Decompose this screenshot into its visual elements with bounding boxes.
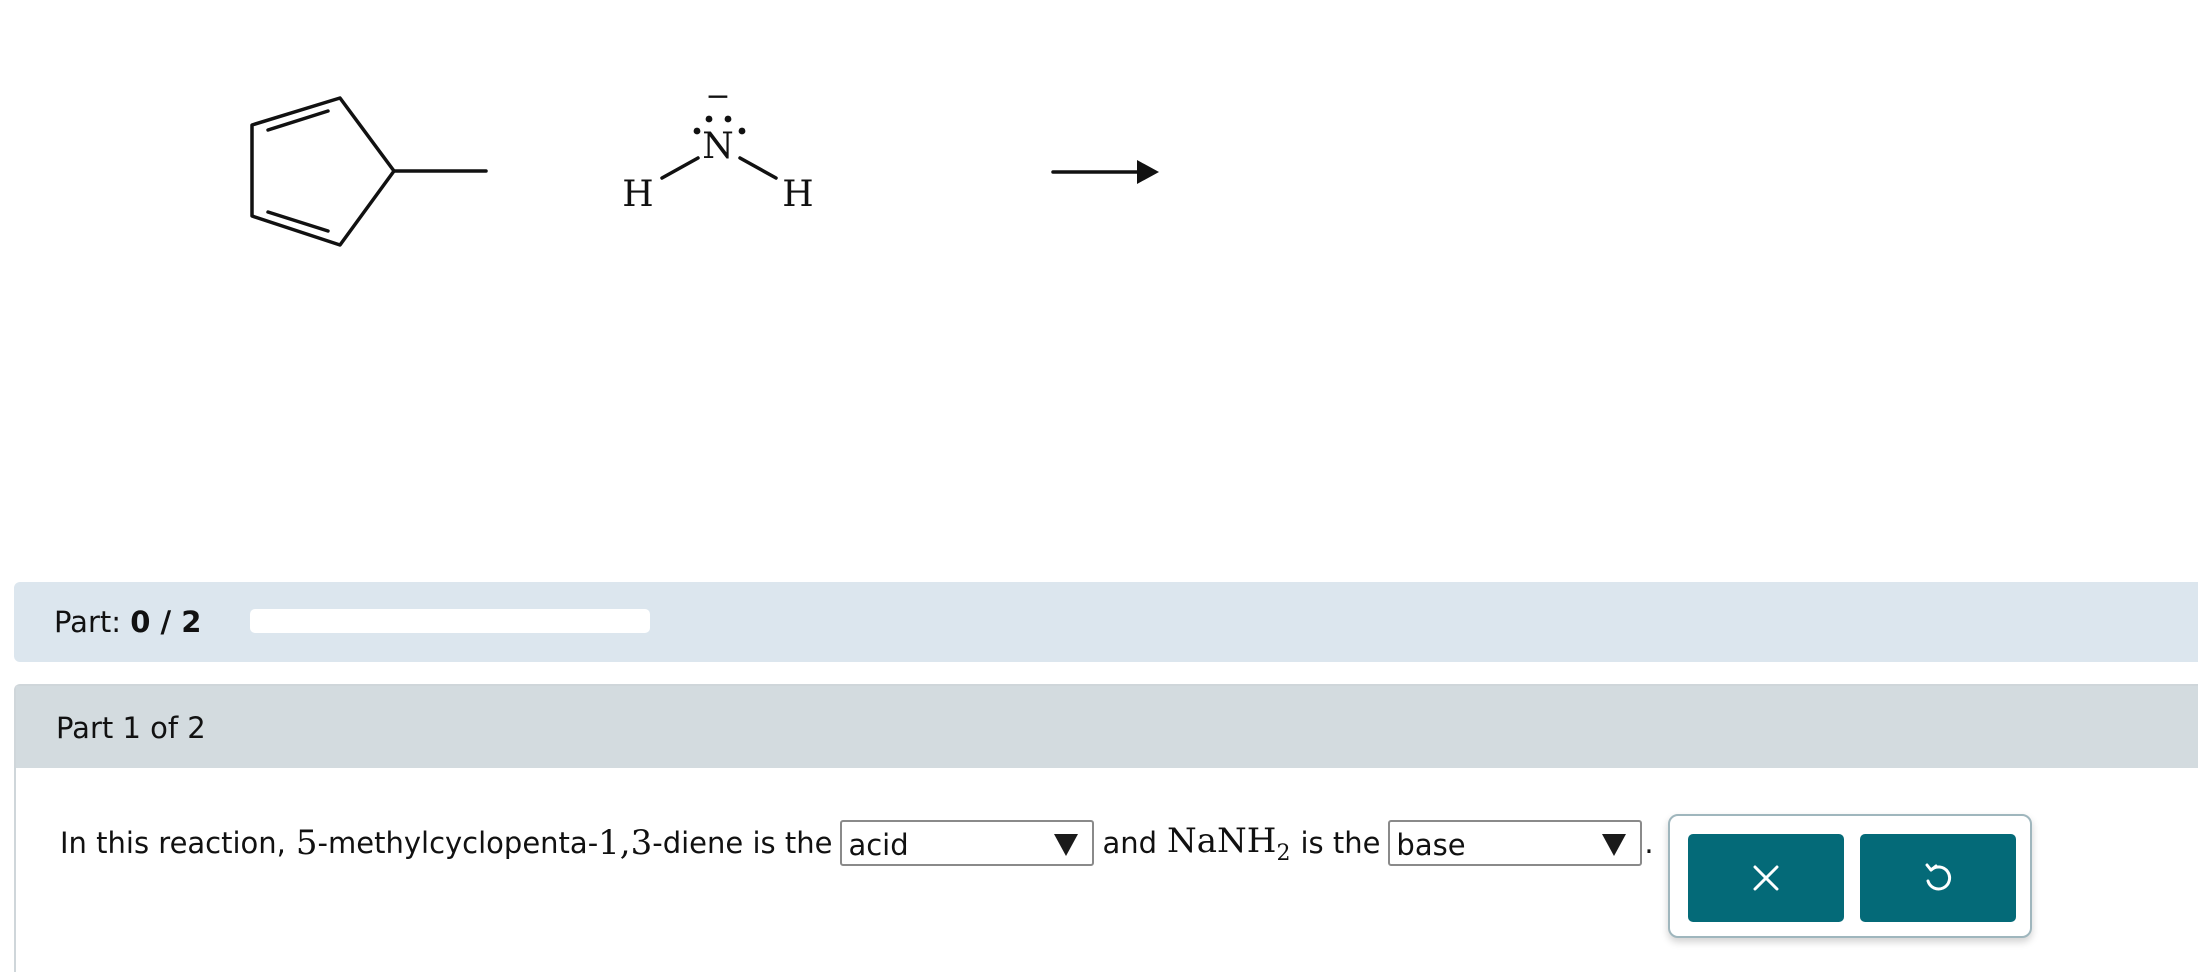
- page-root: N H H − Part: 0 / 2 Part 1 of 2 In this …: [0, 0, 2198, 972]
- locant-1-3: 1,3: [598, 823, 653, 863]
- n-h-bond-left: [660, 156, 700, 180]
- ring-bonds: [250, 96, 396, 247]
- select-2-arrow-icon: [1602, 834, 1627, 856]
- answer-actions: [1668, 814, 2032, 938]
- methylcyclopentadiene-structure: [250, 96, 488, 247]
- undo-button[interactable]: [1860, 834, 2016, 922]
- nitrogen-atom: N: [702, 126, 734, 167]
- progress-track: [250, 609, 650, 633]
- part-progress-label: Part: 0 / 2: [54, 604, 201, 640]
- compound-name-part-1: -methylcyclopenta-: [317, 826, 599, 860]
- reaction-arrow: [1051, 160, 1159, 184]
- select-1-value: acid: [848, 828, 909, 862]
- x-icon: [1753, 865, 1779, 891]
- part-title: Part 1 of 2: [56, 711, 206, 745]
- reagent-formula-main: NaNH: [1167, 820, 1277, 861]
- part-progress-count: 0 / 2: [130, 605, 202, 639]
- reaction-scheme: N H H −: [250, 79, 1159, 247]
- compound-name-part-2: -diene is the: [652, 826, 833, 860]
- acid-base-select-2[interactable]: base: [1388, 820, 1643, 866]
- hydrogen-atom-left: H: [622, 174, 653, 215]
- select-1-arrow-icon: [1054, 834, 1079, 856]
- question-text-is-the: is the: [1300, 826, 1381, 860]
- part-header: Part 1 of 2: [16, 686, 2198, 768]
- select-2-value: base: [1396, 828, 1466, 862]
- question-sentence: In this reaction, 5 -methylcyclopenta- 1…: [60, 818, 1654, 868]
- acid-base-select-1[interactable]: acid: [840, 820, 1095, 866]
- undo-icon: [1925, 863, 1952, 891]
- hydrogen-atom-right: H: [782, 174, 813, 215]
- clear-button[interactable]: [1688, 834, 1844, 922]
- part-progress-bar: Part: 0 / 2: [14, 582, 2198, 662]
- reagent-formula-subscript: 2: [1276, 840, 1291, 866]
- amide-ion-structure: N H H −: [622, 79, 813, 215]
- double-bond-bottom: [266, 210, 330, 233]
- n-h-bond-right: [738, 156, 778, 180]
- question-text-intro: In this reaction,: [60, 826, 286, 860]
- question-period: .: [1644, 826, 1654, 860]
- part-label-text: Part:: [54, 605, 122, 639]
- locant-5: 5: [295, 823, 318, 863]
- question-text-and: and: [1102, 826, 1158, 860]
- reagent-formula: NaNH2: [1167, 821, 1290, 866]
- negative-charge: −: [705, 79, 730, 114]
- double-bond-top: [266, 109, 330, 132]
